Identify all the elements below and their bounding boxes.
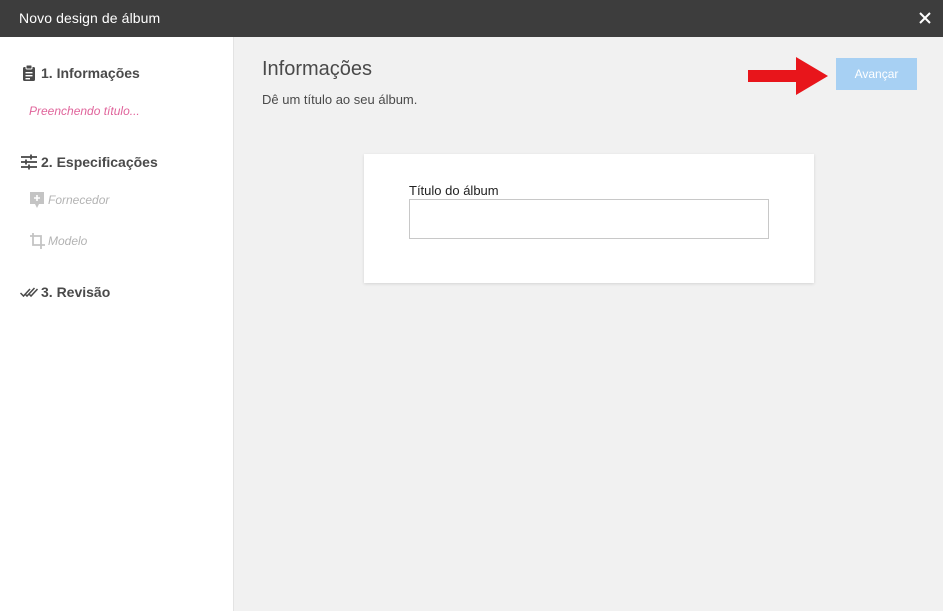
- crop-icon: [30, 233, 45, 249]
- page-title: Informações: [262, 58, 373, 80]
- sub-step-label: Fornecedor: [48, 193, 110, 207]
- step-revisao[interactable]: 3. Revisão: [20, 283, 110, 301]
- main-content: Informações Dê um título ao seu álbum. A…: [234, 37, 943, 611]
- step-informacoes[interactable]: 1. Informações: [20, 64, 140, 82]
- step-label: 2. Especificações: [41, 154, 158, 170]
- steps-sidebar: 1. Informações Preenchendo título... 2. …: [0, 37, 234, 611]
- annotation-arrow-icon: [748, 57, 828, 95]
- step-label: 1. Informações: [41, 65, 140, 81]
- step-status-text: Preenchendo título...: [29, 104, 140, 118]
- close-icon[interactable]: [917, 10, 933, 26]
- clipboard-icon: [23, 64, 35, 81]
- next-button[interactable]: Avançar: [836, 58, 917, 90]
- sub-step-fornecedor[interactable]: Fornecedor: [29, 191, 109, 209]
- page-subtitle: Dê um título ao seu álbum.: [262, 92, 418, 107]
- step-especificacoes[interactable]: 2. Especificações: [20, 153, 158, 171]
- window-titlebar: Novo design de álbum: [0, 0, 943, 37]
- album-title-input[interactable]: [409, 199, 769, 239]
- vendor-tag-icon: [30, 192, 44, 208]
- sub-step-label: Modelo: [48, 234, 88, 248]
- album-title-label: Título do álbum: [409, 183, 499, 198]
- window-title: Novo design de álbum: [19, 10, 161, 26]
- step-label: 3. Revisão: [41, 284, 111, 300]
- sliders-icon: [21, 154, 37, 170]
- double-check-icon: [20, 287, 38, 298]
- album-info-card: Título do álbum: [364, 154, 814, 283]
- sub-step-modelo[interactable]: Modelo: [29, 232, 87, 250]
